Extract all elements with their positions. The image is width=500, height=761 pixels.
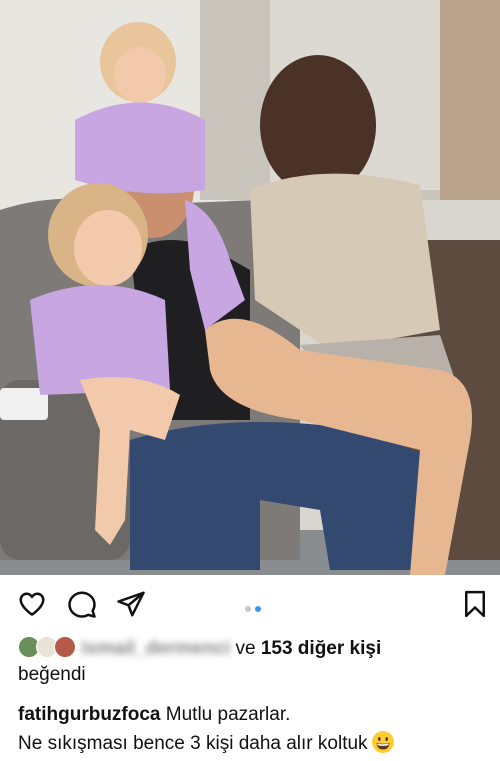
avatar: [54, 636, 76, 658]
likes-summary[interactable]: ismail_dermenci ve 153 diğer kişi beğend…: [18, 636, 488, 688]
post-caption: fatihgurbuzfoca Mutlu pazarlar. Ne sıkış…: [18, 700, 493, 758]
paper-plane-icon[interactable]: [116, 589, 146, 619]
grinning-face-emoji-icon: [371, 731, 394, 753]
carousel-indicator: [243, 599, 263, 617]
caption-username[interactable]: fatihgurbuzfoca: [18, 704, 161, 725]
likes-suffix: beğendi: [18, 664, 86, 685]
post-photo[interactable]: [0, 0, 500, 575]
heart-icon[interactable]: [17, 589, 47, 619]
caption-line-1: Mutlu pazarlar.: [160, 704, 291, 725]
liker-avatars: [18, 636, 76, 658]
likes-others-count[interactable]: 153 diğer kişi: [261, 638, 381, 659]
comment-icon[interactable]: [67, 589, 97, 619]
post-action-bar: [0, 583, 500, 625]
carousel-dot: [245, 606, 251, 612]
liker-username[interactable]: ismail_dermenci: [81, 638, 230, 659]
bookmark-icon[interactable]: [460, 589, 490, 619]
carousel-dot-active: [255, 606, 261, 612]
likes-connector: ve: [230, 638, 261, 659]
caption-line-2: Ne sıkışması bence 3 kişi daha alır kolt…: [18, 733, 368, 754]
family-on-armchair-photo: [0, 0, 500, 575]
